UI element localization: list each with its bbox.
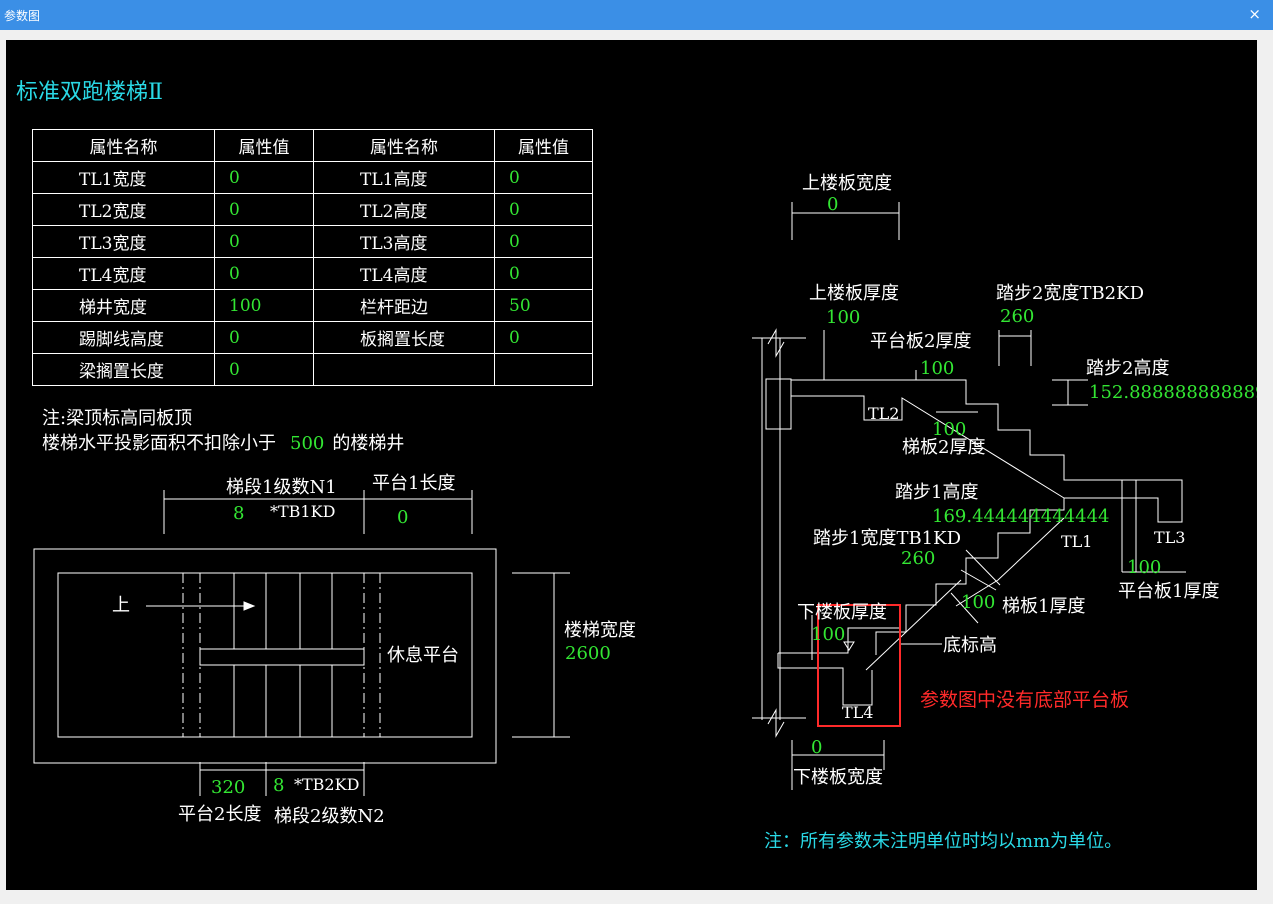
stair2-thickness-label: 梯板2厚度 (902, 437, 985, 458)
note-beam-top: 注:梁顶标高同板顶 (42, 408, 192, 429)
platform2-thickness-value: 100 (920, 358, 954, 379)
step2-height-value: 152.888888888889 (1089, 382, 1257, 403)
n2-suffix: *TB2KD (294, 775, 359, 794)
drawing-title: 标准双跑楼梯Ⅱ (16, 80, 163, 105)
platform1-thickness-value: 100 (1127, 557, 1161, 578)
lower-slab-thickness-value: 100 (811, 624, 845, 645)
stair-plan-drawing (33, 490, 570, 796)
note-stairwell: 楼梯水平投影面积不扣除小于 500 的楼梯井 (42, 433, 404, 454)
footer-unit-note: 注：所有参数未注明单位时均以mm为单位。 (764, 831, 1122, 852)
platform2-thickness-label: 平台板2厚度 (870, 331, 971, 352)
n2-label: 梯段2级数N2 (274, 806, 385, 827)
platform1-length-label: 平台1长度 (372, 473, 455, 494)
upper-slab-thickness-value: 100 (826, 307, 860, 328)
upper-slab-thickness-label: 上楼板厚度 (809, 283, 899, 304)
lower-slab-width-value: 0 (811, 737, 822, 758)
n2-value: 8 (273, 775, 284, 796)
step1-width-label: 踏步1宽度TB1KD (813, 528, 961, 549)
step2-height-label: 踏步2高度 (1086, 358, 1169, 379)
close-icon[interactable]: × (1248, 5, 1261, 23)
lower-slab-thickness-label: 下楼板厚度 (797, 602, 887, 623)
upper-slab-width-value: 0 (827, 194, 838, 215)
step2-width-label: 踏步2宽度TB2KD (996, 283, 1144, 304)
stair1-thickness-value: 100 (961, 592, 995, 613)
window-titlebar: 参数图 × (0, 0, 1273, 30)
stair-width-label: 楼梯宽度 (564, 620, 636, 641)
step2-width-value: 260 (1000, 306, 1034, 327)
rest-platform-label: 休息平台 (387, 645, 459, 666)
bottom-elevation-label: 底标高 (943, 635, 997, 656)
platform2-length-label: 平台2长度 (178, 804, 261, 825)
platform1-thickness-label: 平台板1厚度 (1118, 581, 1219, 602)
step1-height-label: 踏步1高度 (895, 482, 978, 503)
no-bottom-platform-note: 参数图中没有底部平台板 (920, 689, 1129, 711)
parameter-drawing-canvas: 属性名称 属性值 属性名称 属性值 TL1宽度 0 TL1高度 0 TL2宽度 … (6, 40, 1257, 890)
stair-width-value: 2600 (565, 643, 611, 664)
platform2-length-value: 320 (211, 777, 245, 798)
n1-suffix: *TB1KD (270, 502, 335, 521)
cad-drawing: 标准双跑楼梯Ⅱ 注:梁顶标高同板顶 楼梯水平投影面积不扣除小于500的楼梯井 (16, 80, 1257, 852)
platform1-length-value: 0 (397, 507, 408, 528)
stair1-thickness-label: 梯板1厚度 (1002, 596, 1085, 617)
tl2-label: TL2 (868, 404, 899, 423)
up-label: 上 (112, 595, 130, 616)
lower-slab-width-label: 下楼板宽度 (793, 767, 883, 788)
tl4-label: TL4 (842, 703, 873, 722)
tl1-label: TL1 (1061, 532, 1092, 551)
upper-slab-width-label: 上楼板宽度 (802, 173, 892, 194)
n1-value: 8 (233, 503, 244, 524)
tl3-label: TL3 (1154, 528, 1185, 547)
step1-width-value: 260 (901, 548, 935, 569)
window-title: 参数图 (4, 9, 41, 23)
step1-height-value: 169.444444444444 (932, 506, 1110, 527)
n1-label: 梯段1级数N1 (226, 477, 337, 498)
